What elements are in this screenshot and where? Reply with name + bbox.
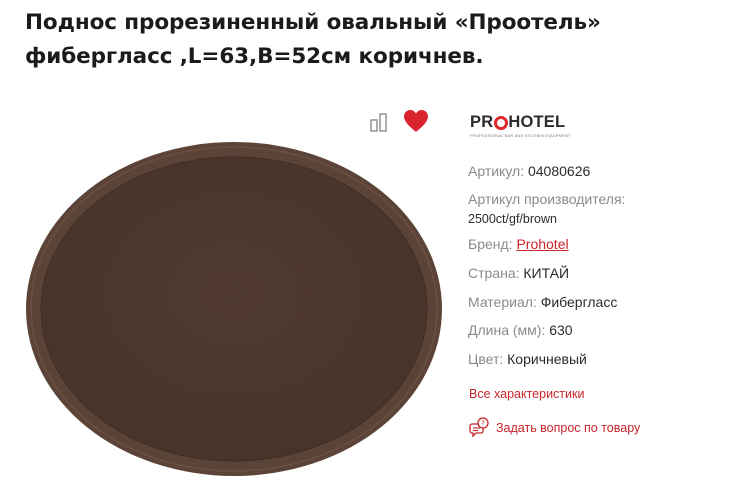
spec-country-label: Страна: <box>468 265 520 281</box>
ask-question-button[interactable]: ? Задать вопрос по товару <box>468 417 640 439</box>
product-title-line-1: Поднос прорезиненный овальный «Проотель» <box>25 10 601 35</box>
spec-mfr-article-value-row: 2500ct/gf/brown <box>468 210 557 226</box>
brand-logo-text-end: HOTEL <box>508 113 566 131</box>
spec-length-label: Длина (мм): <box>468 322 546 338</box>
spec-color-value: Коричневый <box>507 351 587 367</box>
brand-logo-tagline: PROFESSIONAL BAR AND KITCHEN EQUIPMENT <box>470 133 571 138</box>
spec-mfr-article-label: Артикул производителя: <box>468 191 626 207</box>
spec-brand: Бренд: Prohotel <box>468 236 569 252</box>
brand-logo[interactable]: PR HOTEL PROFESSIONAL BAR AND KITCHEN EQ… <box>470 113 580 143</box>
spec-length-value: 630 <box>549 322 573 338</box>
brand-logo-text-start: PR <box>470 113 494 131</box>
spec-length: Длина (мм): 630 <box>468 322 573 338</box>
spec-country: Страна: КИТАЙ <box>468 265 569 281</box>
spec-material: Материал: Фибергласс <box>468 294 617 310</box>
brand-logo-wordmark: PR HOTEL <box>470 113 580 132</box>
spec-article-value: 04080626 <box>527 163 591 179</box>
spec-color: Цвет: Коричневый <box>468 351 587 367</box>
spec-material-value: Фибергласс <box>540 294 618 310</box>
spec-mfr-article: Артикул производителя: <box>468 191 625 207</box>
product-title: Поднос прорезиненный овальный «Проотель»… <box>25 6 725 74</box>
svg-text:?: ? <box>481 420 485 428</box>
product-actions <box>368 106 430 136</box>
favorite-button[interactable] <box>402 108 430 134</box>
heart-icon <box>404 110 428 132</box>
spec-article: Артикул: 04080626 <box>468 163 590 179</box>
spec-country-value: КИТАЙ <box>523 265 570 281</box>
bar-chart-icon <box>370 113 387 132</box>
spec-material-label: Материал: <box>468 294 537 310</box>
spec-brand-label: Бренд: <box>468 236 513 252</box>
chat-question-icon: ? <box>469 417 489 438</box>
all-characteristics-link[interactable]: Все характеристики <box>469 387 584 401</box>
spec-mfr-article-value: 2500ct/gf/brown <box>468 212 557 226</box>
product-image[interactable] <box>24 140 444 478</box>
spec-article-label: Артикул: <box>468 163 525 179</box>
spec-brand-link[interactable]: Prohotel <box>516 236 568 252</box>
spec-color-label: Цвет: <box>468 351 504 367</box>
ask-question-label: Задать вопрос по товару <box>496 421 641 435</box>
brand-logo-ring <box>493 115 508 130</box>
compare-button[interactable] <box>368 109 392 133</box>
product-title-line-2: фибергласс ,L=63,B=52см коричнев. <box>25 44 484 69</box>
tray-illustration <box>26 142 442 476</box>
